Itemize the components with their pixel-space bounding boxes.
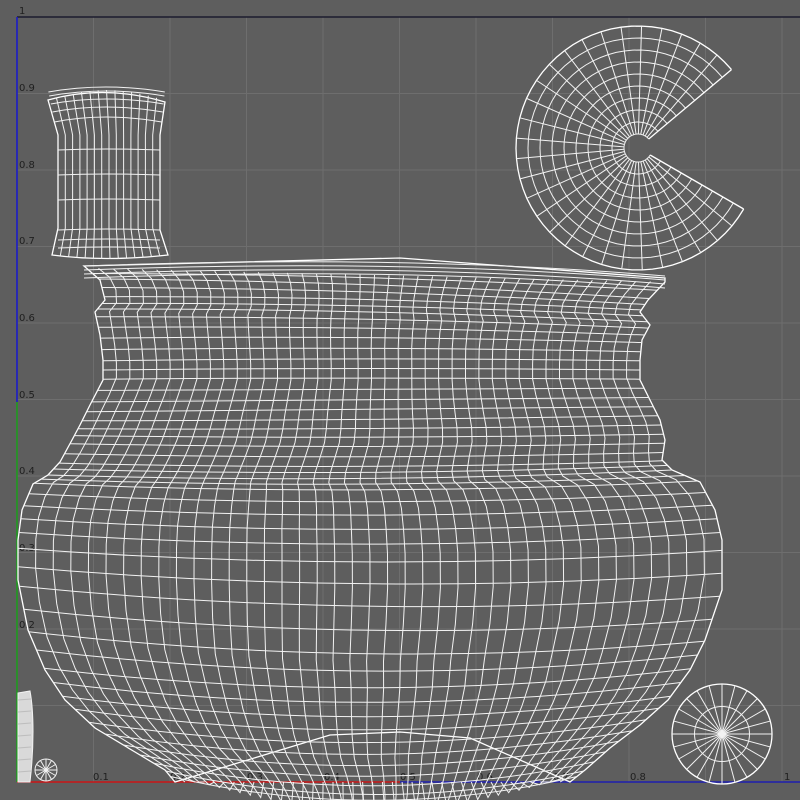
u-tick-label: 1 <box>784 772 790 783</box>
neck-uv-shell[interactable] <box>47 86 169 260</box>
neck-grid-column <box>114 90 119 259</box>
v-tick-label: 0.4 <box>19 466 35 477</box>
base-disc-spoke <box>721 733 771 748</box>
uv-editor-viewport[interactable]: 0.1 0.2 0.3 0.4 0.5 0.6 0.7 0.8 1 1 0.9 … <box>0 0 800 800</box>
lid-spoke <box>640 161 664 268</box>
axis-tick-labels: 0.1 0.2 0.3 0.4 0.5 0.6 0.7 0.8 1 1 0.9 … <box>19 6 790 783</box>
lid-spoke <box>526 97 626 143</box>
base-disc-spoke <box>673 720 723 735</box>
body-uv-shell[interactable] <box>17 257 723 800</box>
neck-grid-column <box>130 92 136 259</box>
base-disc-spoke <box>721 733 736 783</box>
base-disc-spoke <box>721 720 771 735</box>
body-grid-column <box>297 273 334 800</box>
u-tick-label: 0.8 <box>630 772 646 783</box>
v-tick-label: 0.5 <box>19 390 35 401</box>
lid-spoke <box>526 153 626 199</box>
base-disc-spoke <box>708 733 723 783</box>
uv-canvas[interactable]: 0.1 0.2 0.3 0.4 0.5 0.6 0.7 0.8 1 1 0.9 … <box>0 0 800 800</box>
lid-spoke <box>516 148 625 160</box>
lid-spoke <box>519 117 625 146</box>
body-grid-column <box>105 269 225 789</box>
body-grid-column <box>390 275 406 800</box>
body-grid-column <box>451 277 512 800</box>
body-grid-column <box>411 276 441 800</box>
neck-grid-row <box>57 246 161 249</box>
body-grid-column <box>470 278 547 800</box>
base-uv-shell[interactable] <box>671 683 773 785</box>
body-grid-column <box>500 279 600 794</box>
body-grid-column <box>328 274 354 800</box>
body-grid-row <box>123 740 619 767</box>
lid-spoke <box>516 137 625 148</box>
body-grid-column <box>441 277 494 800</box>
v-tick-label: 0.7 <box>19 236 35 247</box>
neck-grid-column <box>80 92 88 259</box>
lid-spoke <box>548 63 629 139</box>
lid-ring <box>539 49 724 247</box>
body-grid-column <box>401 276 424 800</box>
body-grid-column <box>375 275 390 800</box>
neck-grid-column <box>97 90 103 259</box>
v-tick-label: 0.9 <box>19 83 35 94</box>
base-disc-spoke <box>721 685 736 735</box>
body-grid-column <box>490 278 582 797</box>
lid-spoke <box>519 151 625 180</box>
body-grid-column <box>175 270 265 799</box>
u-tick-label: 0.1 <box>93 772 109 783</box>
lid-spoke <box>637 26 643 135</box>
lid-spoke <box>564 158 631 247</box>
body-grid-column <box>246 272 304 800</box>
body-grid-column <box>211 271 285 800</box>
handle-uv-shell[interactable] <box>17 690 58 783</box>
lid-spoke <box>536 79 627 141</box>
base-disc-spoke <box>708 685 723 735</box>
lid-ring <box>527 37 734 259</box>
lid-spoke <box>536 155 627 217</box>
lid-spoke <box>640 28 663 135</box>
lid-spoke <box>649 154 744 210</box>
body-grid-column <box>343 274 364 800</box>
lid-uv-shell[interactable] <box>515 25 745 271</box>
v-tick-label: 1 <box>19 6 25 17</box>
body-grid-column <box>460 277 529 800</box>
base-disc-spoke <box>673 733 723 748</box>
v-tick-label: 0.8 <box>19 160 35 171</box>
lid-spoke <box>549 157 629 233</box>
lid-spoke <box>637 161 643 270</box>
u-tick-label: 0.4 <box>324 772 340 783</box>
neck-grid-column <box>122 90 128 259</box>
body-grid-column <box>480 278 565 799</box>
v-tick-label: 0.6 <box>19 313 35 324</box>
handle-strip[interactable] <box>17 690 34 783</box>
body-grid-column <box>359 274 375 800</box>
